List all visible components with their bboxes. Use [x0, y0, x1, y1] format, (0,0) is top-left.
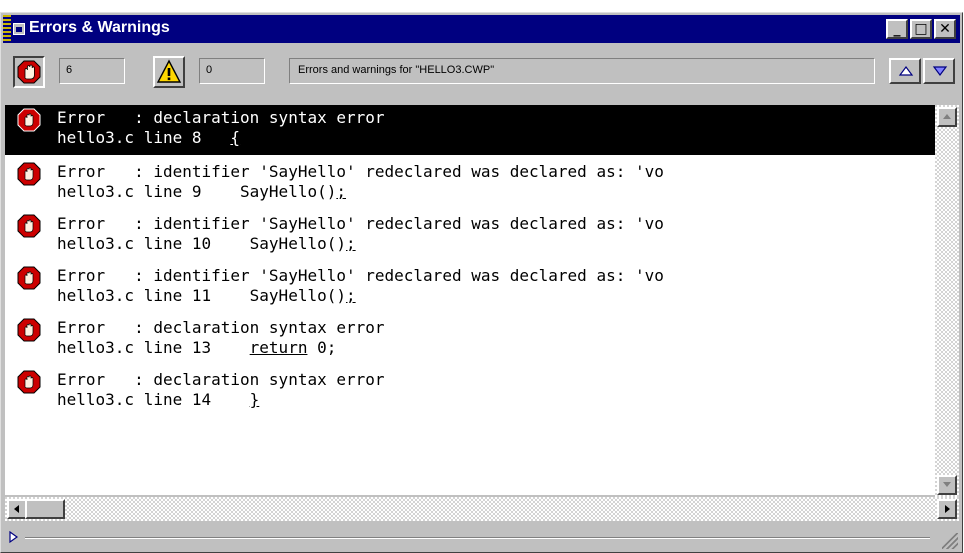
warning-icon	[156, 59, 182, 83]
horizontal-scrollbar[interactable]	[5, 497, 959, 521]
maximize-button[interactable]: □	[910, 19, 932, 39]
scroll-up-icon	[943, 114, 951, 119]
scroll-down-button[interactable]	[937, 475, 957, 495]
scroll-right-icon	[945, 505, 950, 513]
message-text: Error : identifier 'SayHello' redeclared…	[57, 266, 664, 285]
message-text: Error : declaration syntax error	[57, 108, 385, 127]
next-message-button[interactable]	[923, 58, 955, 84]
code-snippet: }	[249, 390, 260, 409]
triangle-right-icon[interactable]	[7, 530, 21, 544]
triangle-down-icon	[932, 66, 948, 76]
scroll-right-button[interactable]	[937, 499, 957, 519]
stop-hand-icon	[17, 370, 41, 394]
stop-hand-icon	[17, 60, 41, 84]
close-button[interactable]: ✕	[934, 19, 956, 39]
errors-warnings-window: Errors & Warnings _ □ ✕ 6 0 Errors and w…	[0, 12, 963, 553]
message-list[interactable]: Error : declaration syntax error hello3.…	[5, 105, 935, 495]
message-item-6[interactable]: Error : declaration syntax error hello3.…	[5, 367, 935, 417]
window-icon[interactable]	[13, 23, 25, 35]
stop-hand-icon	[17, 162, 41, 186]
stop-hand-icon	[17, 318, 41, 342]
message-location: hello3.c line 13 return 0;	[57, 338, 337, 357]
horizontal-scroll-thumb[interactable]	[25, 499, 65, 519]
message-item-3[interactable]: Error : identifier 'SayHello' redeclared…	[5, 211, 935, 261]
message-location: hello3.c line 11 SayHello();	[57, 286, 356, 305]
pane-divider[interactable]	[25, 537, 930, 539]
window-title: Errors & Warnings	[29, 19, 170, 36]
stop-hand-icon	[17, 214, 41, 238]
message-item-4[interactable]: Error : identifier 'SayHello' redeclared…	[5, 263, 935, 313]
show-warnings-button[interactable]	[153, 56, 185, 88]
scroll-up-button[interactable]	[937, 107, 957, 127]
message-text: Error : declaration syntax error	[57, 370, 385, 389]
code-snippet: ;	[336, 182, 346, 201]
message-location: hello3.c line 10 SayHello();	[57, 234, 356, 253]
stop-hand-icon	[17, 108, 41, 132]
title-grip	[3, 15, 11, 43]
message-item-2[interactable]: Error : identifier 'SayHello' redeclared…	[5, 159, 935, 209]
minimize-button[interactable]: _	[886, 19, 908, 39]
stop-hand-icon	[17, 266, 41, 290]
source-pane-bar	[3, 523, 960, 551]
show-errors-button[interactable]	[13, 56, 45, 88]
code-snippet: return	[249, 338, 308, 357]
warning-count-field: 0	[199, 58, 265, 84]
code-snippet: ;	[345, 234, 356, 253]
code-snippet: {	[230, 128, 241, 147]
triangle-up-icon	[898, 66, 914, 76]
resize-grip-icon[interactable]	[942, 533, 958, 549]
message-text: Error : declaration syntax error	[57, 318, 385, 337]
error-count-field: 6	[59, 58, 125, 84]
message-location: hello3.c line 9 SayHello();	[57, 182, 346, 201]
scroll-down-icon	[943, 482, 951, 487]
previous-message-button[interactable]	[889, 58, 921, 84]
title-bar[interactable]: Errors & Warnings _ □ ✕	[3, 15, 960, 43]
scroll-left-icon	[14, 505, 19, 513]
message-text: Error : identifier 'SayHello' redeclared…	[57, 214, 664, 233]
errors-info-field: Errors and warnings for "HELLO3.CWP"	[289, 58, 875, 84]
scroll-left-button[interactable]	[7, 499, 27, 519]
message-location: hello3.c line 14 }	[57, 390, 260, 409]
message-item-5[interactable]: Error : declaration syntax error hello3.…	[5, 315, 935, 365]
message-item-1[interactable]: Error : declaration syntax error hello3.…	[5, 105, 935, 155]
toolbar: 6 0 Errors and warnings for "HELLO3.CWP"	[3, 45, 960, 101]
code-snippet: ;	[345, 286, 356, 305]
vertical-scrollbar[interactable]	[935, 105, 959, 497]
message-text: Error : identifier 'SayHello' redeclared…	[57, 162, 664, 181]
message-location: hello3.c line 8 {	[57, 128, 241, 147]
